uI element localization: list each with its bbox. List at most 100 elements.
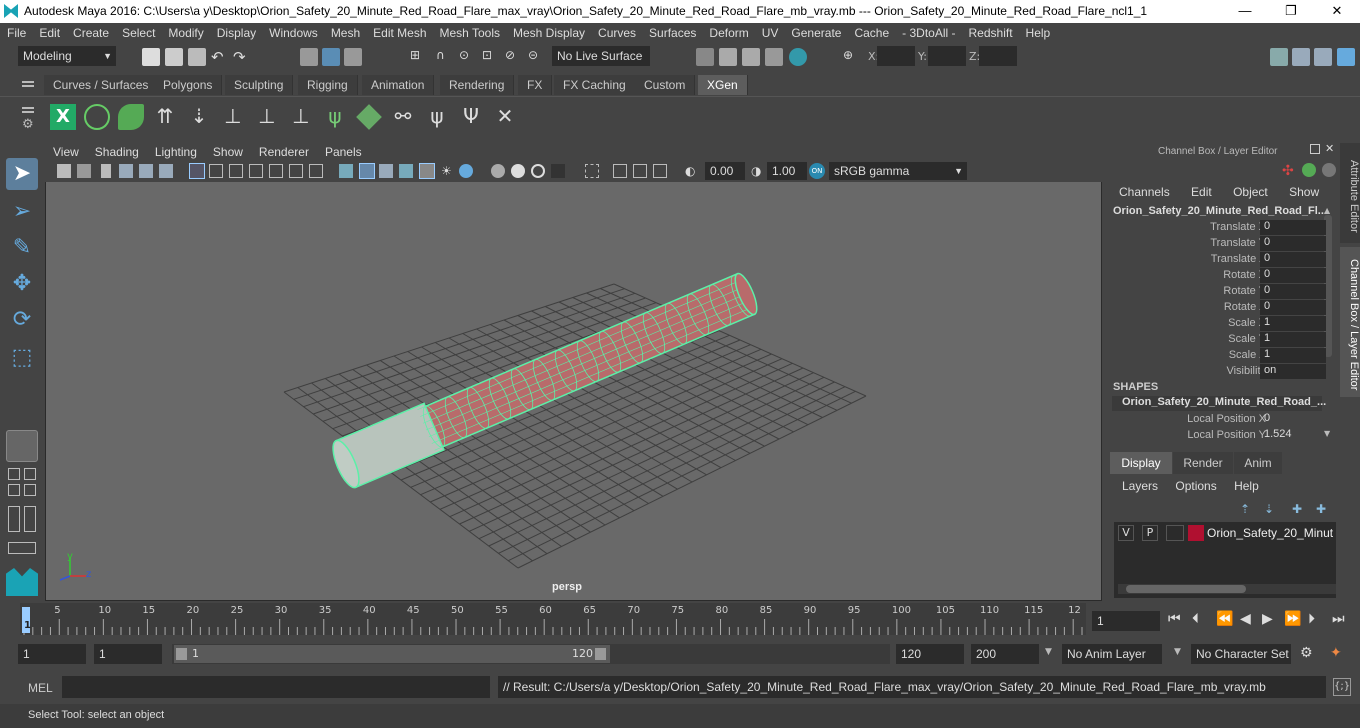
shelf-gear-icon[interactable]: ⚙ bbox=[22, 117, 34, 132]
channel-value[interactable]: 0 bbox=[1260, 412, 1326, 427]
motion-blur-icon[interactable] bbox=[511, 164, 525, 178]
mode-selector[interactable]: Modeling ▼ bbox=[18, 46, 116, 66]
ambient-occlusion-icon[interactable] bbox=[491, 164, 505, 178]
menu-modify[interactable]: Modify bbox=[161, 23, 209, 40]
channel-value[interactable]: 0 bbox=[1260, 252, 1326, 267]
channel-visibility[interactable]: Visibility on bbox=[1110, 364, 1326, 380]
xray-icon[interactable] bbox=[613, 164, 627, 178]
viewport-canvas[interactable] bbox=[46, 144, 1103, 602]
resolution-gate-icon[interactable] bbox=[229, 164, 243, 178]
vp-menu-view[interactable]: View bbox=[45, 143, 87, 159]
tab-fx[interactable]: FX bbox=[518, 75, 553, 95]
isolate-select-icon[interactable] bbox=[585, 164, 599, 178]
animation-end-input[interactable]: 200 bbox=[971, 644, 1039, 664]
layer-color-swatch[interactable] bbox=[1188, 525, 1204, 541]
channel-value[interactable]: on bbox=[1260, 364, 1326, 379]
move-layer-down-icon[interactable]: ⇣ bbox=[1264, 502, 1274, 516]
new-layer-selected-icon[interactable]: ✚ bbox=[1316, 502, 1326, 516]
mel-label[interactable]: MEL bbox=[28, 681, 53, 695]
z-coord-input[interactable] bbox=[979, 46, 1017, 66]
close-button[interactable]: ✕ bbox=[1314, 0, 1360, 23]
channel-translate-y[interactable]: Translate Y0 bbox=[1110, 236, 1326, 252]
color-management-icon[interactable]: ON bbox=[809, 163, 825, 179]
vp-menu-shading[interactable]: Shading bbox=[87, 143, 147, 159]
select-tool-icon[interactable]: ➤ bbox=[6, 158, 38, 190]
scroll-up-icon[interactable]: ▲ bbox=[1324, 206, 1330, 215]
key-channels-icon[interactable] bbox=[1322, 163, 1336, 177]
script-editor-icon[interactable]: {;} bbox=[1333, 678, 1351, 696]
attribute-editor-icon[interactable] bbox=[1292, 48, 1310, 66]
menu-display[interactable]: Display bbox=[210, 23, 262, 40]
modeling-toolkit-icon[interactable] bbox=[1270, 48, 1288, 66]
channel-rotate-x[interactable]: Rotate X0 bbox=[1110, 268, 1326, 284]
default-material-icon[interactable] bbox=[379, 164, 393, 178]
character-set-dropdown[interactable]: No Character Set bbox=[1191, 644, 1291, 664]
shadows-icon[interactable] bbox=[459, 164, 473, 178]
xgen-cut-icon[interactable]: Ψ bbox=[458, 104, 484, 130]
tab-rigging[interactable]: Rigging bbox=[298, 75, 358, 95]
tab-render[interactable]: Render bbox=[1173, 452, 1233, 474]
save-scene-icon[interactable] bbox=[188, 48, 206, 66]
lights-icon[interactable]: ☀ bbox=[441, 164, 455, 178]
xgen-create-description-icon[interactable] bbox=[118, 104, 144, 130]
xray-components-icon[interactable] bbox=[653, 164, 667, 178]
bookmark-icon[interactable] bbox=[101, 164, 111, 178]
xgen-guide-icon[interactable]: ⊥ bbox=[220, 104, 246, 130]
four-pane-layout-icon[interactable] bbox=[8, 468, 20, 480]
tab-custom[interactable]: Custom bbox=[635, 75, 696, 95]
menu-mesh-display[interactable]: Mesh Display bbox=[506, 23, 591, 40]
xgen-add-guide-icon[interactable]: ⇈ bbox=[152, 104, 178, 130]
menu-file[interactable]: File bbox=[0, 23, 32, 40]
channel-value[interactable]: 1.524 bbox=[1260, 428, 1326, 443]
wireframe-on-shaded-icon[interactable] bbox=[399, 164, 413, 178]
snap-curve-icon[interactable]: ∩ bbox=[436, 48, 454, 66]
snap-point-icon[interactable]: ⊙ bbox=[459, 48, 477, 66]
open-scene-icon[interactable] bbox=[165, 48, 183, 66]
move-tool-icon[interactable]: ✥ bbox=[6, 268, 38, 300]
outliner-layout-icon[interactable] bbox=[8, 506, 20, 532]
tab-display[interactable]: Display bbox=[1110, 452, 1172, 474]
play-forwards-icon[interactable]: ▶ bbox=[1262, 611, 1273, 627]
xgen-lock-guide-icon[interactable]: ⊥ bbox=[288, 104, 314, 130]
render-view-icon[interactable] bbox=[765, 48, 783, 66]
play-backwards-icon[interactable]: ◀ bbox=[1240, 611, 1251, 627]
safe-title-icon[interactable] bbox=[309, 164, 323, 178]
step-back-key-icon[interactable]: ⏪ bbox=[1216, 611, 1233, 627]
render-current-icon[interactable] bbox=[719, 48, 737, 66]
smooth-shade-icon[interactable] bbox=[359, 163, 375, 179]
xgen-comb-icon[interactable]: ψ bbox=[424, 104, 450, 130]
close-panel-icon[interactable]: ✕ bbox=[1325, 142, 1334, 155]
menu-cache[interactable]: Cache bbox=[847, 23, 895, 40]
move-layer-up-icon[interactable]: ⇡ bbox=[1240, 502, 1250, 516]
go-to-end-icon[interactable]: ⏭ bbox=[1332, 611, 1345, 627]
tab-anim[interactable]: Anim bbox=[1234, 452, 1282, 474]
tool-settings-icon[interactable] bbox=[1314, 48, 1332, 66]
range-start-handle[interactable] bbox=[176, 648, 187, 660]
menu-edit[interactable]: Edit bbox=[32, 23, 66, 40]
channel-box-tab[interactable]: Channel Box / Layer Editor bbox=[1340, 247, 1360, 397]
cb-menu-channels[interactable]: Channels bbox=[1119, 185, 1170, 199]
channel-value[interactable]: 1 bbox=[1260, 332, 1326, 347]
anim-layer-dropdown[interactable]: No Anim Layer bbox=[1062, 644, 1162, 664]
xgen-guide-2-icon[interactable]: ⊥ bbox=[254, 104, 280, 130]
menu-mesh-tools[interactable]: Mesh Tools bbox=[433, 23, 506, 40]
menu-uv[interactable]: UV bbox=[755, 23, 785, 40]
channel-scale-y[interactable]: Scale Y1 bbox=[1110, 332, 1326, 348]
snap-surface-icon[interactable]: ⊘ bbox=[505, 48, 523, 66]
auto-key-icon[interactable]: ✦ bbox=[1330, 645, 1342, 661]
layer-menu-help[interactable]: Help bbox=[1234, 479, 1259, 493]
rotate-tool-icon[interactable]: ⟳ bbox=[6, 304, 38, 336]
channel-box-gizmo-icon[interactable]: ✣ bbox=[1282, 163, 1294, 179]
cb-menu-show[interactable]: Show bbox=[1289, 185, 1319, 199]
grease-pencil-icon[interactable] bbox=[159, 164, 173, 178]
float-panel-icon[interactable] bbox=[1310, 144, 1320, 154]
new-scene-icon[interactable] bbox=[142, 48, 160, 66]
xgen-groom-icon[interactable]: ψ bbox=[322, 104, 348, 130]
wireframe-icon[interactable] bbox=[339, 164, 353, 178]
channel-value[interactable]: 1 bbox=[1260, 348, 1326, 363]
layer-menu-layers[interactable]: Layers bbox=[1122, 479, 1158, 493]
channel-local-position-x[interactable]: Local Position X0 bbox=[1110, 412, 1326, 428]
snap-live-icon[interactable]: ⊝ bbox=[528, 48, 546, 66]
channel-value[interactable]: 1 bbox=[1260, 316, 1326, 331]
xray-joints-icon[interactable] bbox=[633, 164, 647, 178]
